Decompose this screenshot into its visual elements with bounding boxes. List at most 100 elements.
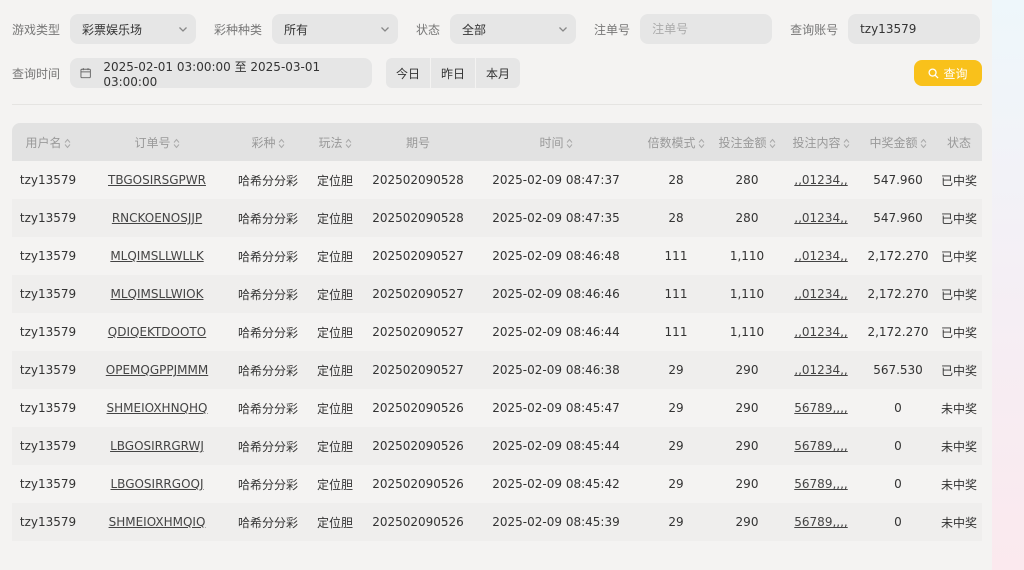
column-header-order-no[interactable]: 订单号 [84,123,230,161]
bet-records-panel: 游戏类型 彩票娱乐场 彩种种类 所有 状态 全部 注单号 查询账号 查询时间 [0,0,992,570]
column-header-label: 订单号 [134,135,171,150]
sort-icon [345,138,351,148]
date-range-picker[interactable]: 2025-02-01 03:00:00 至 2025-03-01 03:00:0… [70,58,373,89]
cell-username: tzy13579 [19,287,77,301]
table-row: tzy13579 LBGOSIRRGOQJ 哈希分分彩 定位胆 202502090526… [12,465,982,503]
cell-bet-amount: 280 [735,173,759,187]
order-no-link[interactable]: TBGOSIRSGPWR [108,173,206,187]
this-month-button[interactable]: 本月 [476,58,521,88]
cell-period: 202502090528 [372,211,464,225]
date-range-value: 2025-02-01 03:00:00 至 2025-03-01 03:00:0… [103,59,321,89]
order-no-link[interactable]: OPEMQGPPJMMM [106,363,208,377]
game-type-select[interactable]: 彩票娱乐场 [70,14,197,44]
column-header-label: 倍数模式 [647,135,696,150]
cell-multiplier: 29 [668,515,684,529]
cell-bet-amount: 290 [735,477,759,491]
cell-order-no: SHMEIOXHMQIQ [84,503,230,541]
cell-period: 202502090527 [372,325,464,339]
bet-content-link[interactable]: 56789,,,, [794,439,847,453]
table-body: tzy13579 TBGOSIRSGPWR 哈希分分彩 定位胆 202502090528… [12,161,982,541]
page-edge-gradient [992,0,1024,570]
column-header-win-amount[interactable]: 中奖金额 [860,123,936,161]
cell-bet-content: ,,01234,, [782,237,860,275]
table-row: tzy13579 SHMEIOXHNQHQ 哈希分分彩 定位胆 202502090526… [12,389,982,427]
bet-content-link[interactable]: 56789,,,, [794,515,847,529]
cell-time: 2025-02-09 08:45:44 [492,439,620,453]
table-row: tzy13579 RNCKOENOSJJP 哈希分分彩 定位胆 202502090528… [12,199,982,237]
bet-content-link[interactable]: ,,01234,, [794,173,847,187]
cell-order-no: LBGOSIRRGOQJ [84,465,230,503]
cell-bet-content: ,,01234,, [782,161,860,199]
cell-bet-content: ,,01234,, [782,199,860,237]
order-no-link[interactable]: SHMEIOXHNQHQ [107,401,208,415]
order-no-link[interactable]: RNCKOENOSJJP [112,211,202,225]
order-no-input[interactable] [640,14,773,44]
lottery-type-value: 所有 [284,22,309,37]
search-icon [928,67,940,79]
table-row: tzy13579 SHMEIOXHMQIQ 哈希分分彩 定位胆 202502090526… [12,503,982,541]
cell-status: 已中奖 [940,173,977,188]
cell-status: 已中奖 [940,325,977,340]
sort-icon [698,138,704,148]
cell-time: 2025-02-09 08:45:42 [492,477,620,491]
chevron-down-icon [381,27,389,32]
cell-play-type: 定位胆 [316,439,353,454]
bet-content-link[interactable]: ,,01234,, [794,363,847,377]
bet-content-link[interactable]: 56789,,,, [794,477,847,491]
cell-lottery: 哈希分分彩 [237,287,298,302]
game-type-value: 彩票娱乐场 [82,22,143,37]
status-select[interactable]: 全部 [450,14,577,44]
column-header-play-type[interactable]: 玩法 [306,123,364,161]
cell-status: 已中奖 [940,211,977,226]
lottery-type-select[interactable]: 所有 [272,14,399,44]
cell-bet-amount: 290 [735,401,759,415]
column-header-time[interactable]: 时间 [472,123,640,161]
cell-bet-content: ,,01234,, [782,351,860,389]
cell-status: 未中奖 [940,401,977,416]
cell-win-amount: 0 [894,477,902,491]
cell-lottery: 哈希分分彩 [237,477,298,492]
cell-win-amount: 567.530 [873,363,923,377]
table-row: tzy13579 MLQIMSLLWIOK 哈希分分彩 定位胆 202502090527… [12,275,982,313]
cell-order-no: TBGOSIRSGPWR [84,161,230,199]
cell-play-type: 定位胆 [316,249,353,264]
filter-row-time: 查询时间 2025-02-01 03:00:00 至 2025-03-01 03… [12,58,982,89]
cell-play-type: 定位胆 [316,173,353,188]
cell-username: tzy13579 [19,325,77,339]
bet-content-link[interactable]: ,,01234,, [794,249,847,263]
column-header-username[interactable]: 用户名 [12,123,84,161]
cell-period: 202502090526 [372,401,464,415]
cell-username: tzy13579 [19,439,77,453]
search-button[interactable]: 查询 [914,60,982,86]
order-no-link[interactable]: QDIQEKTDOOTO [108,325,206,339]
sort-icon [843,138,849,148]
column-header-lottery[interactable]: 彩种 [230,123,306,161]
column-header-status[interactable]: 状态 [936,123,982,161]
bet-content-link[interactable]: ,,01234,, [794,211,847,225]
today-button[interactable]: 今日 [386,58,432,88]
column-header-bet-amount[interactable]: 投注金额 [712,123,782,161]
column-header-multiplier[interactable]: 倍数模式 [640,123,712,161]
cell-status: 已中奖 [940,363,977,378]
order-no-link[interactable]: MLQIMSLLWLLK [110,249,203,263]
cell-username: tzy13579 [19,173,77,187]
cell-multiplier: 111 [664,287,688,301]
bet-content-link[interactable]: 56789,,,, [794,401,847,415]
column-header-bet-content[interactable]: 投注内容 [782,123,860,161]
cell-multiplier: 111 [664,325,688,339]
bet-content-link[interactable]: ,,01234,, [794,287,847,301]
cell-play-type: 定位胆 [316,287,353,302]
bet-content-link[interactable]: ,,01234,, [794,325,847,339]
cell-order-no: RNCKOENOSJJP [84,199,230,237]
cell-win-amount: 2,172.270 [867,287,929,301]
status-label: 状态 [416,22,441,37]
order-no-link[interactable]: LBGOSIRRGOQJ [110,477,203,491]
order-no-link[interactable]: LBGOSIRRGRWJ [110,439,204,453]
sort-icon [64,138,70,148]
cell-order-no: MLQIMSLLWLLK [84,237,230,275]
yesterday-button[interactable]: 昨日 [431,58,477,88]
order-no-link[interactable]: SHMEIOXHMQIQ [109,515,206,529]
cell-play-type: 定位胆 [316,401,353,416]
account-input[interactable] [848,14,981,44]
order-no-link[interactable]: MLQIMSLLWIOK [111,287,204,301]
